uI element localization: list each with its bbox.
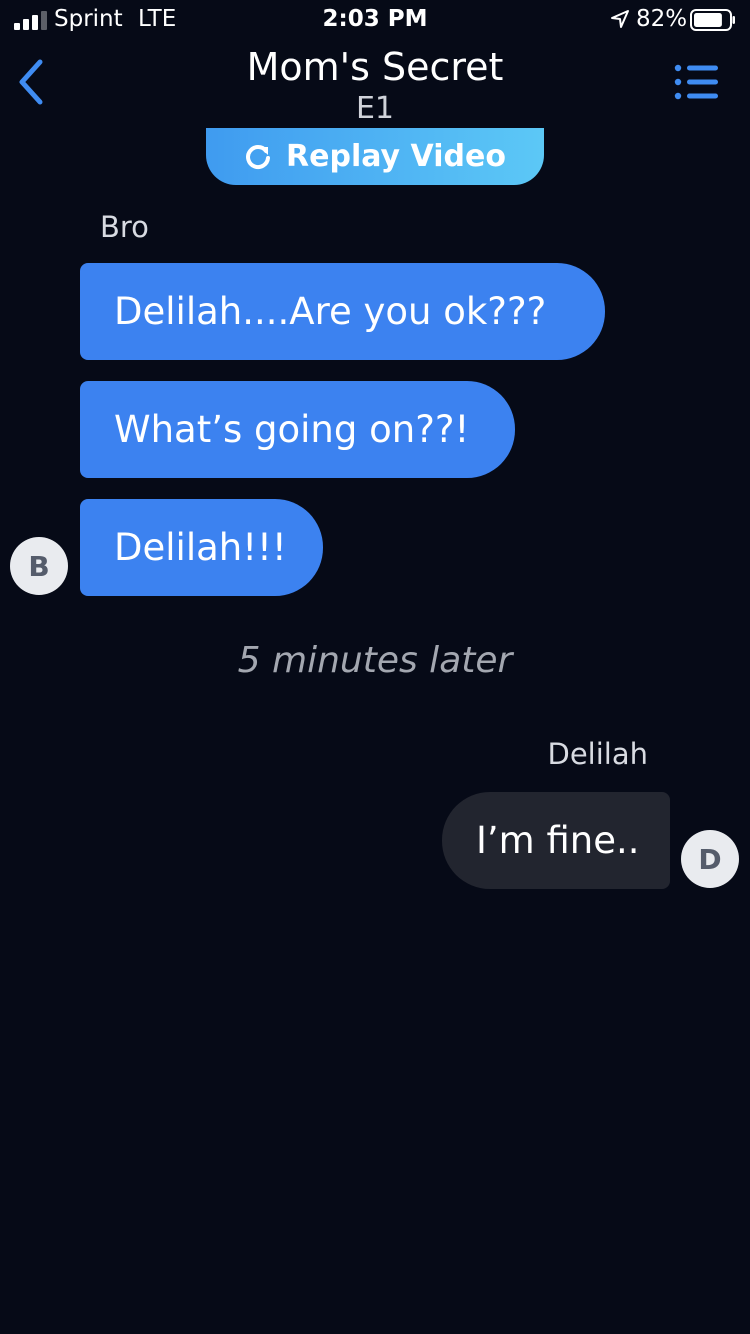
incoming-message-bubble: What’s going on??! bbox=[80, 381, 515, 478]
page-title: Mom's Secret bbox=[246, 45, 504, 89]
back-button[interactable] bbox=[10, 54, 54, 110]
battery-icon bbox=[690, 9, 735, 31]
outgoing-sender-name: Delilah bbox=[547, 737, 649, 771]
battery-percent: 82% bbox=[636, 6, 688, 32]
incoming-sender-name: Bro bbox=[100, 210, 149, 244]
replay-video-label: Replay Video bbox=[286, 139, 506, 174]
incoming-message-bubble: Delilah....Are you ok??? bbox=[80, 263, 605, 360]
refresh-icon bbox=[246, 144, 271, 169]
user-avatar: D bbox=[681, 830, 739, 888]
status-bar: Sprint LTE 2:03 PM 82% bbox=[0, 0, 750, 40]
outgoing-message-bubble: I’m fine.. bbox=[442, 792, 670, 889]
navigation-bar: Mom's Secret E1 bbox=[0, 40, 750, 130]
episode-list-button[interactable] bbox=[672, 62, 722, 102]
chevron-left-icon bbox=[19, 59, 43, 105]
message-text: What’s going on??! bbox=[114, 408, 470, 451]
list-icon bbox=[674, 64, 718, 100]
message-text: Delilah....Are you ok??? bbox=[114, 290, 547, 333]
location-arrow-icon bbox=[611, 10, 629, 28]
replay-video-button[interactable]: Replay Video bbox=[206, 128, 544, 185]
time-skip-divider: 5 minutes later bbox=[237, 640, 513, 681]
episode-label: E1 bbox=[355, 91, 395, 126]
incoming-message-bubble: Delilah!!! bbox=[80, 499, 323, 596]
sender-avatar: B bbox=[10, 537, 68, 595]
message-text: Delilah!!! bbox=[114, 526, 287, 569]
message-text: I’m fine.. bbox=[476, 819, 640, 862]
